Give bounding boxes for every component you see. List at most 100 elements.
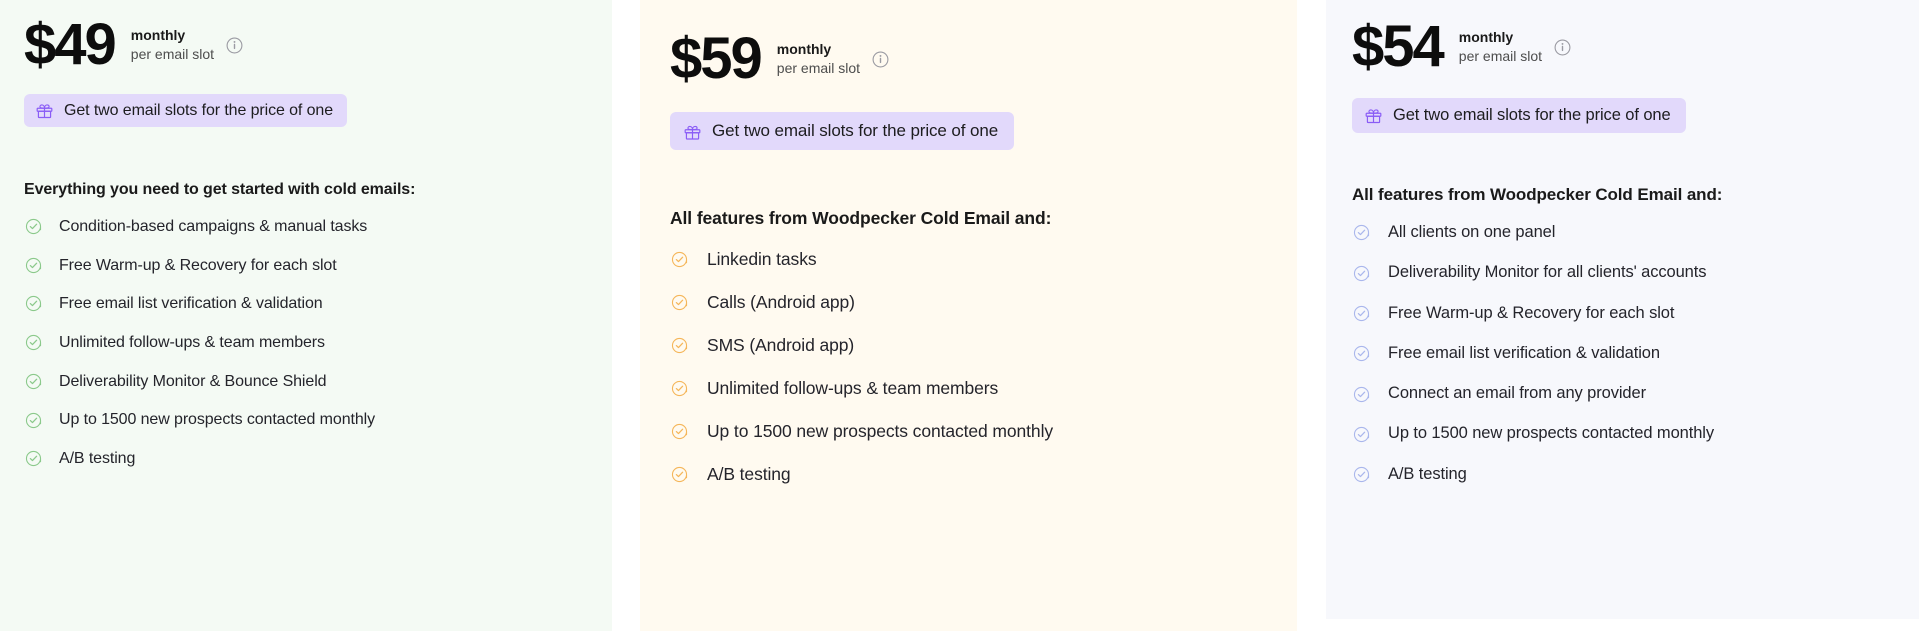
gift-icon	[1364, 106, 1383, 125]
list-item: Calls (Android app)	[670, 292, 1267, 313]
feature-label: Deliverability Monitor & Bounce Shield	[59, 372, 327, 390]
check-circle-icon	[670, 379, 689, 398]
check-circle-icon	[670, 422, 689, 441]
price-meta: monthly per email slot	[1459, 28, 1571, 66]
list-item: Up to 1500 new prospects contacted month…	[24, 410, 588, 429]
check-circle-icon	[24, 217, 43, 236]
info-circle-icon[interactable]	[872, 51, 889, 68]
list-item: Connect an email from any provider	[1352, 384, 1893, 404]
list-item: Free email list verification & validatio…	[24, 294, 588, 313]
list-item: All clients on one panel	[1352, 223, 1893, 243]
feature-label: Unlimited follow-ups & team members	[59, 334, 325, 352]
price-meta: monthly per email slot	[777, 40, 889, 78]
price-header: $54 monthly per email slot	[1352, 18, 1893, 76]
card-gap-left	[612, 0, 640, 631]
pricing-plans-row: $49 monthly per email slot Get two email…	[0, 0, 1919, 631]
features-list-starter: Condition-based campaigns & manual tasks…	[24, 217, 588, 468]
features-title: All features from Woodpecker Cold Email …	[670, 208, 1052, 228]
feature-label: Unlimited follow-ups & team members	[707, 378, 999, 398]
list-item: Condition-based campaigns & manual tasks	[24, 217, 588, 236]
check-circle-icon	[24, 333, 43, 352]
check-circle-icon	[1352, 344, 1371, 363]
info-circle-icon[interactable]	[226, 37, 243, 54]
feature-label: Deliverability Monitor for all clients' …	[1388, 263, 1707, 282]
feature-label: Calls (Android app)	[707, 292, 855, 312]
check-circle-icon	[670, 250, 689, 269]
feature-label: Up to 1500 new prospects contacted month…	[1388, 424, 1714, 443]
feature-label: Free email list verification & validatio…	[1388, 343, 1660, 362]
feature-label: A/B testing	[59, 450, 136, 468]
billing-period-label: monthly	[1458, 29, 1514, 46]
list-item: SMS (Android app)	[670, 335, 1267, 356]
price-meta-text: monthly per email slot	[131, 26, 214, 64]
gift-icon	[35, 101, 54, 120]
list-item: A/B testing	[670, 464, 1267, 485]
check-circle-icon	[670, 336, 689, 355]
check-circle-icon	[24, 256, 43, 275]
promo-badge-starter: Get two email slots for the price of one	[24, 94, 348, 127]
list-item: A/B testing	[24, 449, 588, 468]
price-header: $49 monthly per email slot	[24, 16, 588, 74]
features-title: All features from Woodpecker Cold Email …	[1352, 185, 1723, 204]
feature-label: Up to 1500 new prospects contacted month…	[707, 421, 1054, 441]
list-item: Up to 1500 new prospects contacted month…	[1352, 424, 1893, 444]
billing-period-label: monthly	[776, 41, 832, 58]
card-bottom-edge	[1326, 619, 1919, 631]
check-circle-icon	[24, 411, 43, 430]
list-item: Free email list verification & validatio…	[1352, 344, 1893, 364]
check-circle-icon	[1352, 425, 1371, 444]
check-circle-icon	[1352, 385, 1371, 404]
feature-label: Up to 1500 new prospects contacted month…	[59, 411, 375, 429]
list-item: Linkedin tasks	[670, 249, 1267, 270]
info-circle-icon[interactable]	[1554, 39, 1571, 56]
list-item: Free Warm-up & Recovery for each slot	[24, 256, 588, 275]
feature-label: Condition-based campaigns & manual tasks	[59, 218, 368, 235]
feature-label: A/B testing	[707, 464, 791, 484]
pricing-card-agency[interactable]: $54 monthly per email slot Get two email…	[1326, 0, 1919, 631]
price-meta-text: monthly per email slot	[1459, 28, 1542, 66]
feature-label: Free Warm-up & Recovery for each slot	[1388, 303, 1675, 322]
card-gap-right	[1297, 0, 1326, 631]
feature-label: A/B testing	[1388, 464, 1467, 483]
check-circle-icon	[1352, 465, 1371, 484]
list-item: Unlimited follow-ups & team members	[670, 378, 1267, 399]
check-circle-icon	[24, 294, 43, 313]
pricing-card-starter[interactable]: $49 monthly per email slot Get two email…	[0, 0, 612, 631]
features-title: Everything you need to get started with …	[24, 181, 416, 198]
check-circle-icon	[1352, 304, 1371, 323]
gift-icon	[683, 122, 702, 141]
list-item: Deliverability Monitor & Bounce Shield	[24, 372, 588, 391]
promo-text: Get two email slots for the price of one	[712, 121, 999, 140]
pricing-card-growth[interactable]: $59 monthly per email slot Get two email…	[640, 0, 1297, 631]
promo-badge-agency: Get two email slots for the price of one	[1352, 98, 1686, 133]
price-unit-label: per email slot	[130, 46, 215, 62]
list-item: Up to 1500 new prospects contacted month…	[670, 421, 1267, 442]
features-list-growth: Linkedin tasks Calls (Android app) SMS (…	[670, 249, 1267, 485]
price-amount: $49	[24, 12, 117, 77]
list-item: Unlimited follow-ups & team members	[24, 333, 588, 352]
check-circle-icon	[670, 465, 689, 484]
feature-label: All clients on one panel	[1388, 223, 1556, 241]
feature-label: Free Warm-up & Recovery for each slot	[59, 256, 337, 274]
list-item: A/B testing	[1352, 465, 1893, 485]
price-meta: monthly per email slot	[131, 26, 243, 64]
check-circle-icon	[24, 372, 43, 391]
features-list-agency: All clients on one panel Deliverability …	[1352, 223, 1893, 485]
check-circle-icon	[670, 293, 689, 312]
feature-label: Connect an email from any provider	[1388, 384, 1646, 403]
feature-label: SMS (Android app)	[707, 335, 855, 355]
price-amount: $59	[670, 26, 763, 91]
check-circle-icon	[24, 449, 43, 468]
list-item: Free Warm-up & Recovery for each slot	[1352, 304, 1893, 324]
check-circle-icon	[1352, 223, 1371, 242]
price-header: $59 monthly per email slot	[670, 30, 1267, 88]
billing-period-label: monthly	[130, 27, 186, 44]
check-circle-icon	[1352, 264, 1371, 283]
promo-badge-growth: Get two email slots for the price of one	[670, 112, 1015, 150]
list-item: Deliverability Monitor for all clients' …	[1352, 263, 1893, 283]
feature-label: Linkedin tasks	[707, 249, 817, 269]
feature-label: Free email list verification & validatio…	[59, 295, 323, 313]
promo-text: Get two email slots for the price of one	[64, 101, 334, 119]
price-amount: $54	[1352, 14, 1445, 79]
price-unit-label: per email slot	[1458, 48, 1543, 64]
